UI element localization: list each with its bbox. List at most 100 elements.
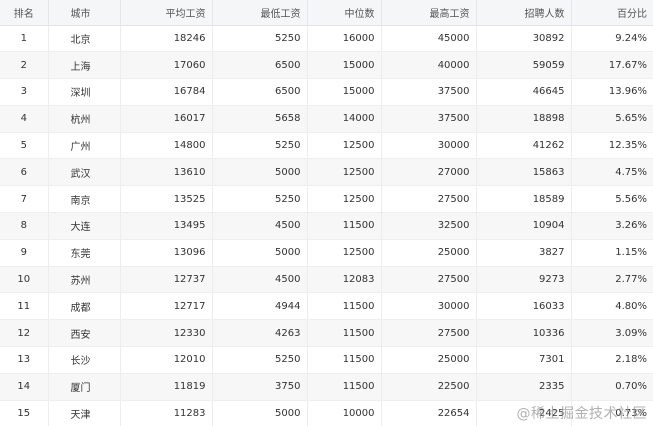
minimum-salary-cell: 6500 [212, 78, 308, 106]
table-row[interactable]: 3 深圳 16784 6500 15000 37500 46645 13.96% [0, 78, 653, 106]
job-openings-cell: 3827 [476, 239, 572, 267]
rank-cell: 5 [0, 132, 49, 160]
maximum-salary-cell: 30000 [381, 292, 477, 321]
minimum-salary-cell: 4944 [212, 292, 308, 321]
rank-cell: 2 [0, 51, 49, 80]
median-cell: 11500 [307, 319, 382, 348]
job-openings-cell: 30892 [476, 25, 572, 53]
table-row[interactable]: 6 武汉 13610 5000 12500 27000 15863 4.75% [0, 158, 653, 187]
rank-cell: 3 [0, 78, 49, 106]
rank-cell: 7 [0, 185, 49, 214]
table-row[interactable]: 8 大连 13495 4500 11500 32500 10904 3.26% [0, 212, 653, 240]
maximum-salary-cell: 27500 [381, 266, 477, 294]
watermark-text: @稀土掘金技术社区 [516, 406, 647, 422]
percentage-cell: 4.80% [571, 292, 653, 321]
column-header-city[interactable]: 城市 [48, 0, 121, 26]
percentage-cell: 0.70% [571, 373, 653, 401]
median-cell: 16000 [307, 25, 382, 53]
table-row[interactable]: 12 西安 12330 4263 11500 27500 10336 3.09% [0, 319, 653, 348]
average-salary-cell: 13610 [120, 158, 213, 187]
job-openings-cell: 18589 [476, 185, 572, 214]
minimum-salary-cell: 3750 [212, 373, 308, 401]
table-row[interactable]: 13 长沙 12010 5250 11500 25000 7301 2.18% [0, 346, 653, 374]
job-openings-cell: 7301 [476, 346, 572, 374]
city-cell: 厦门 [48, 373, 121, 401]
median-cell: 11500 [307, 212, 382, 240]
average-salary-cell: 11283 [120, 400, 213, 426]
minimum-salary-cell: 6500 [212, 51, 308, 80]
average-salary-cell: 13096 [120, 239, 213, 267]
column-header-maximum-salary[interactable]: 最高工资 [381, 0, 477, 26]
job-openings-cell: 46645 [476, 78, 572, 106]
minimum-salary-cell: 4500 [212, 266, 308, 294]
percentage-cell: 12.35% [571, 132, 653, 160]
salary-ranking-table: 排名 城市 平均工资 最低工资 中位数 最高工资 招聘人数 百分比 1 北京 182… [0, 0, 653, 426]
maximum-salary-cell: 37500 [381, 78, 477, 106]
job-openings-cell: 15863 [476, 158, 572, 187]
percentage-cell: 13.96% [571, 78, 653, 106]
rank-cell: 9 [0, 239, 49, 267]
median-cell: 12500 [307, 239, 382, 267]
city-cell: 东莞 [48, 239, 121, 267]
minimum-salary-cell: 5250 [212, 185, 308, 214]
rank-cell: 13 [0, 346, 49, 374]
table-row[interactable]: 4 杭州 16017 5658 14000 37500 18898 5.65% [0, 105, 653, 133]
rank-cell: 6 [0, 158, 49, 187]
minimum-salary-cell: 5250 [212, 25, 308, 53]
percentage-cell: 3.26% [571, 212, 653, 240]
percentage-cell: 9.24% [571, 25, 653, 53]
table-row[interactable]: 9 东莞 13096 5000 12500 25000 3827 1.15% [0, 239, 653, 267]
minimum-salary-cell: 5658 [212, 105, 308, 133]
average-salary-cell: 12010 [120, 346, 213, 374]
column-header-percentage[interactable]: 百分比 [571, 0, 653, 26]
city-cell: 上海 [48, 51, 121, 80]
median-cell: 11500 [307, 292, 382, 321]
rank-cell: 11 [0, 292, 49, 321]
job-openings-cell: 18898 [476, 105, 572, 133]
median-cell: 10000 [307, 400, 382, 426]
percentage-cell: 17.67% [571, 51, 653, 80]
table-row[interactable]: 14 厦门 11819 3750 11500 22500 2335 0.70% [0, 373, 653, 401]
column-header-median[interactable]: 中位数 [307, 0, 382, 26]
table-row[interactable]: 2 上海 17060 6500 15000 40000 59059 17.67% [0, 51, 653, 80]
average-salary-cell: 11819 [120, 373, 213, 401]
column-header-rank[interactable]: 排名 [0, 0, 49, 26]
percentage-cell: 2.77% [571, 266, 653, 294]
table-row[interactable]: 11 成都 12717 4944 11500 30000 16033 4.80% [0, 292, 653, 321]
average-salary-cell: 12717 [120, 292, 213, 321]
median-cell: 15000 [307, 78, 382, 106]
job-openings-cell: 2335 [476, 373, 572, 401]
average-salary-cell: 18246 [120, 25, 213, 53]
column-header-job-openings[interactable]: 招聘人数 [476, 0, 572, 26]
city-cell: 深圳 [48, 78, 121, 106]
column-header-minimum-salary[interactable]: 最低工资 [212, 0, 308, 26]
table-row[interactable]: 5 广州 14800 5250 12500 30000 41262 12.35% [0, 132, 653, 160]
job-openings-cell: 10336 [476, 319, 572, 348]
table-row[interactable]: 10 苏州 12737 4500 12083 27500 9273 2.77% [0, 266, 653, 294]
city-cell: 成都 [48, 292, 121, 321]
minimum-salary-cell: 4263 [212, 319, 308, 348]
percentage-cell: 3.09% [571, 319, 653, 348]
average-salary-cell: 17060 [120, 51, 213, 80]
maximum-salary-cell: 27500 [381, 319, 477, 348]
percentage-cell: 5.65% [571, 105, 653, 133]
maximum-salary-cell: 32500 [381, 212, 477, 240]
minimum-salary-cell: 5250 [212, 346, 308, 374]
job-openings-cell: 59059 [476, 51, 572, 80]
minimum-salary-cell: 4500 [212, 212, 308, 240]
median-cell: 14000 [307, 105, 382, 133]
job-openings-cell: 41262 [476, 132, 572, 160]
column-header-average-salary[interactable]: 平均工资 [120, 0, 213, 26]
city-cell: 北京 [48, 25, 121, 53]
table-row[interactable]: 7 南京 13525 5250 12500 27500 18589 5.56% [0, 185, 653, 214]
median-cell: 12500 [307, 132, 382, 160]
median-cell: 12500 [307, 158, 382, 187]
table-row[interactable]: 1 北京 18246 5250 16000 45000 30892 9.24% [0, 25, 653, 53]
median-cell: 15000 [307, 51, 382, 80]
maximum-salary-cell: 30000 [381, 132, 477, 160]
header-row: 排名 城市 平均工资 最低工资 中位数 最高工资 招聘人数 百分比 [0, 0, 653, 26]
maximum-salary-cell: 25000 [381, 346, 477, 374]
minimum-salary-cell: 5250 [212, 132, 308, 160]
percentage-cell: 5.56% [571, 185, 653, 214]
rank-cell: 4 [0, 105, 49, 133]
